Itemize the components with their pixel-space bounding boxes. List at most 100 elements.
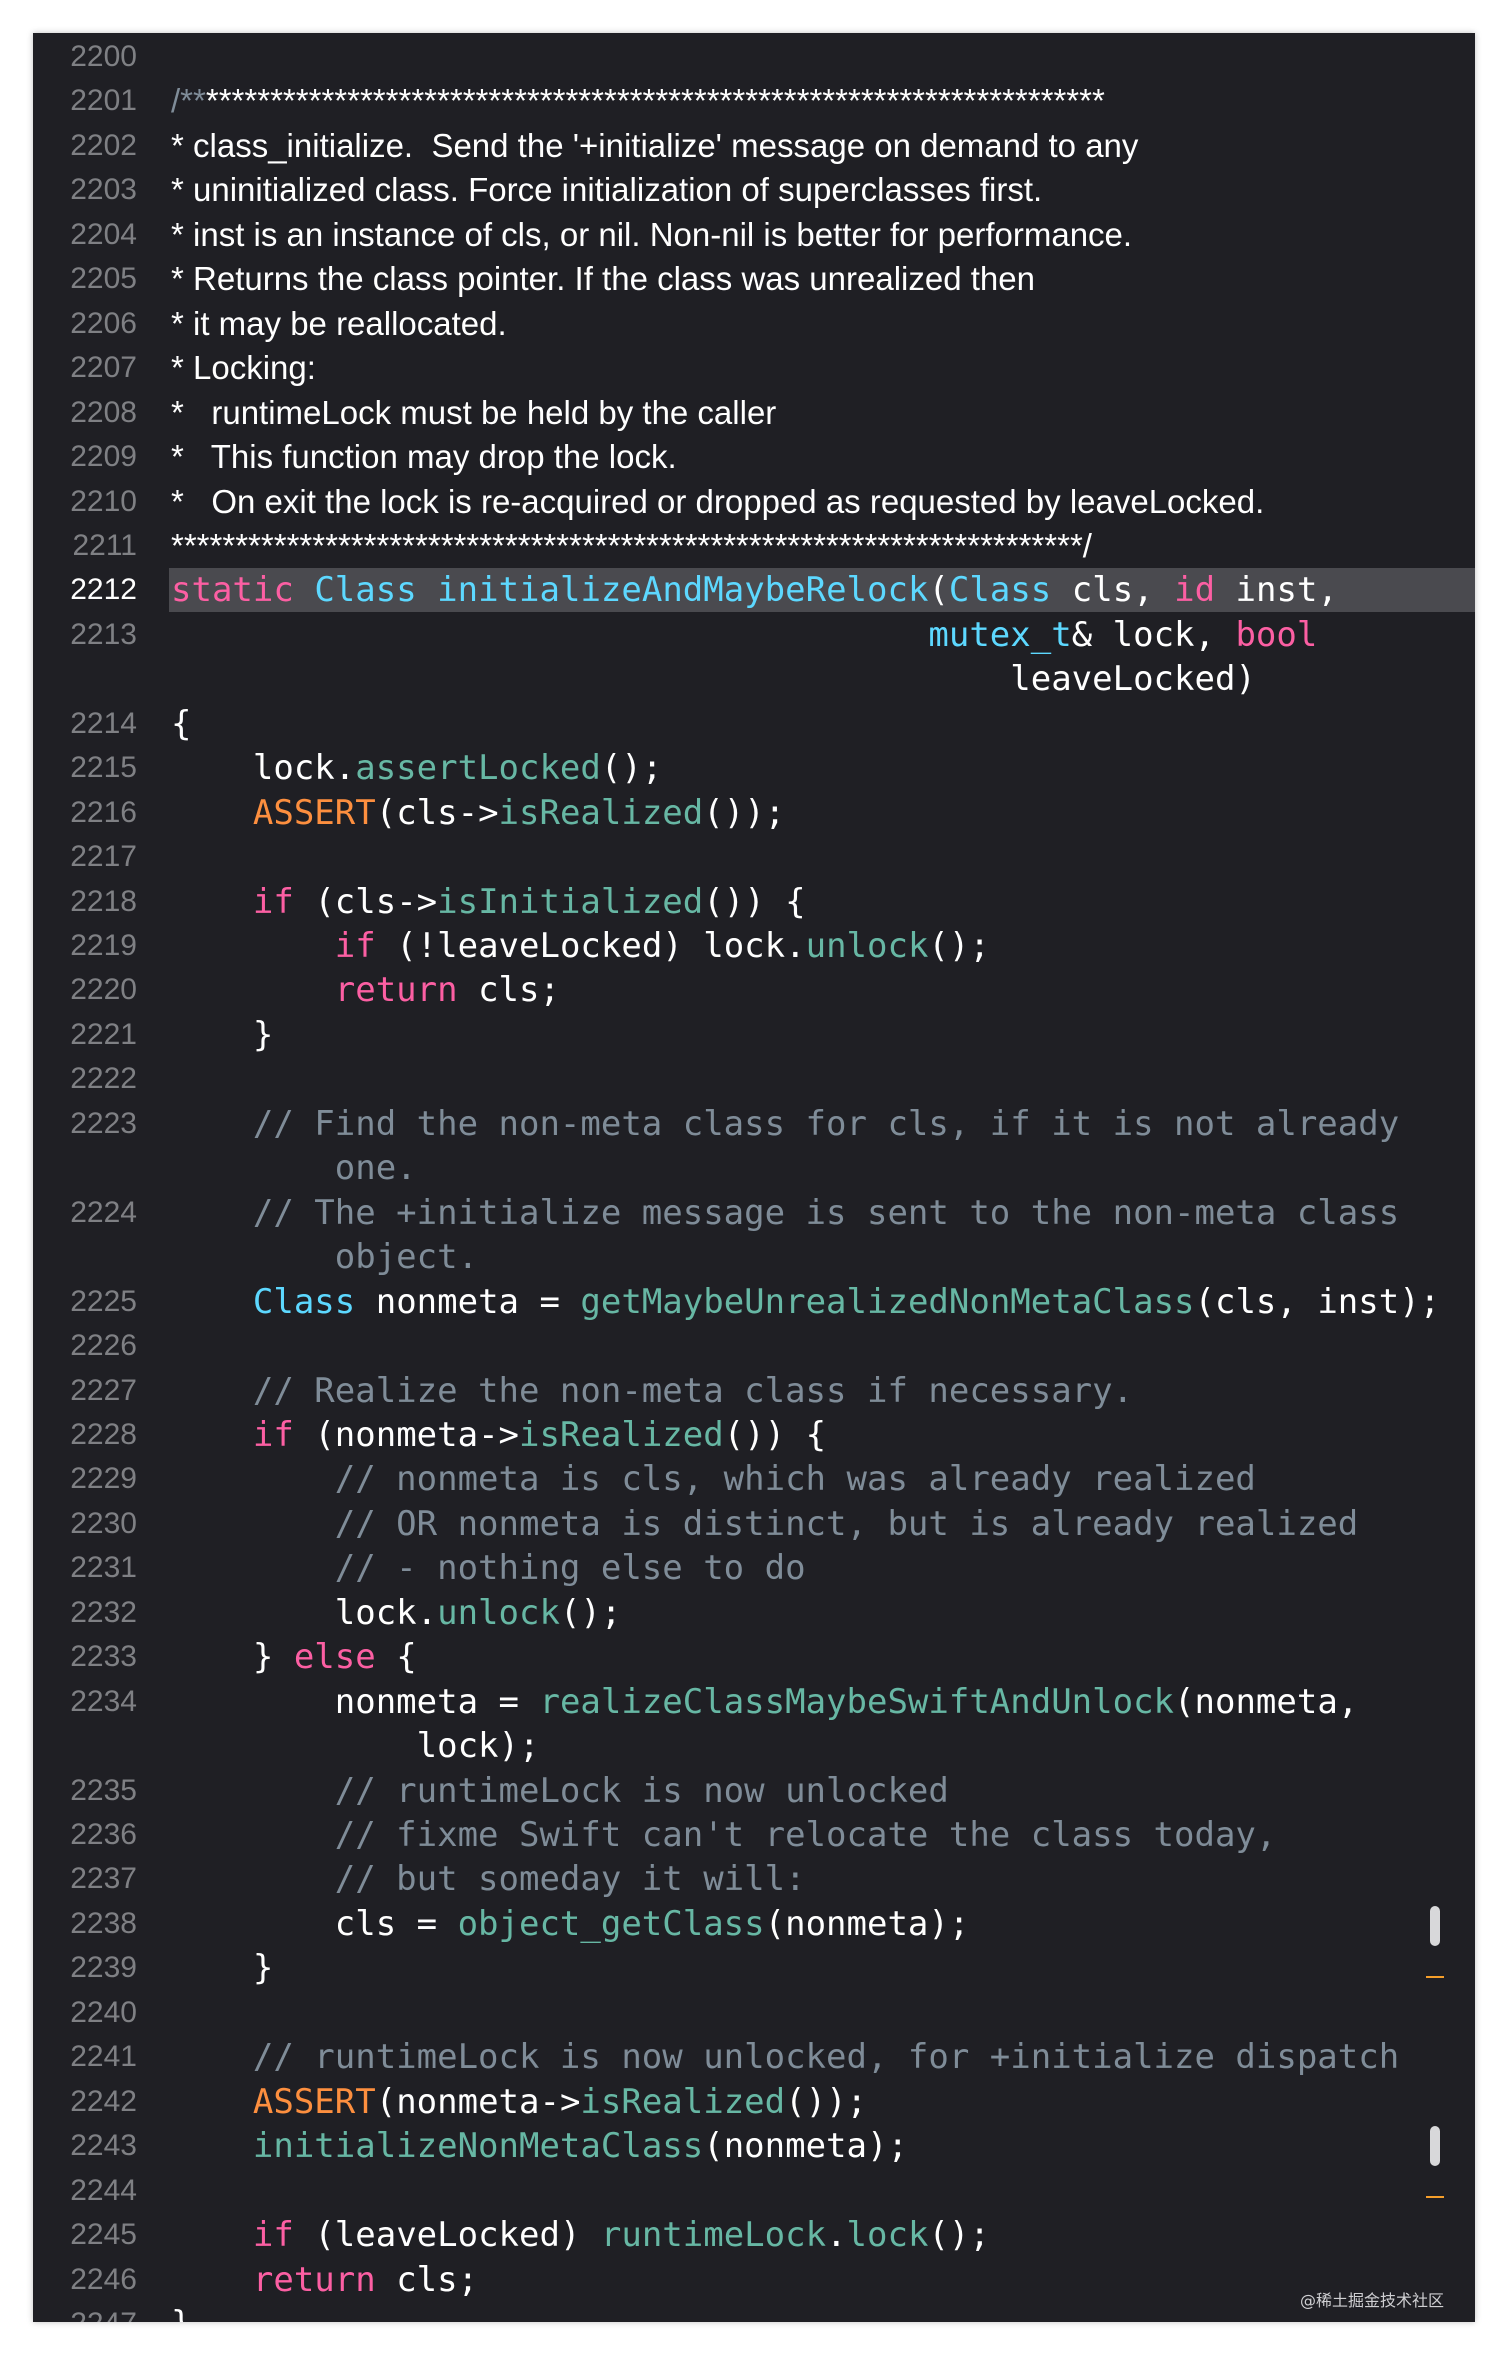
- line-number: 2240: [70, 1995, 137, 2029]
- code-line[interactable]: // OR nonmeta is distinct, but is alread…: [171, 1502, 1359, 1546]
- code-editor[interactable]: 2200 2201/*******************************…: [33, 33, 1475, 2322]
- code-token: object_getClass: [457, 1903, 765, 1944]
- code-token: (cls, inst);: [1194, 1281, 1441, 1322]
- code-token: ();: [559, 1592, 622, 1633]
- code-line[interactable]: lock);: [171, 1724, 540, 1768]
- code-token: unlock: [805, 926, 929, 966]
- line-number: 2218: [70, 884, 137, 918]
- doc-comment-line[interactable]: * runtimeLock must be held by the caller: [171, 391, 776, 435]
- code-line[interactable]: static Class initializeAndMaybeRelock(Cl…: [171, 568, 1338, 612]
- doc-comment-line[interactable]: * This function may drop the lock.: [171, 435, 677, 479]
- doc-comment-line[interactable]: * uninitialized class. Force initializat…: [171, 168, 1042, 212]
- code-token: }: [171, 2304, 191, 2322]
- code-line[interactable]: // but someday it will:: [171, 1857, 806, 1901]
- code-token: lock.: [171, 1592, 438, 1633]
- doc-comment-line[interactable]: * class_initialize. Send the '+initializ…: [171, 124, 1138, 168]
- code-token: lock);: [171, 1726, 540, 1767]
- code-line[interactable]: leaveLocked): [171, 657, 1256, 701]
- line-number: 2227: [70, 1373, 137, 1407]
- code-line[interactable]: if (cls->isInitialized()) {: [171, 880, 806, 924]
- code-line[interactable]: }: [171, 1946, 273, 1990]
- code-token: (nonmeta->: [375, 2081, 581, 2122]
- code-token: (!leaveLocked) lock.: [375, 926, 806, 966]
- doc-comment-line[interactable]: /***************************************…: [171, 79, 1105, 123]
- code-line[interactable]: {: [171, 702, 191, 746]
- code-line[interactable]: }: [171, 2302, 191, 2322]
- line-number: 2237: [70, 1862, 137, 1896]
- code-token: }: [171, 1948, 274, 1989]
- code-token: (nonmeta->: [293, 1414, 520, 1455]
- line-number: 2216: [70, 795, 137, 829]
- code-token: ASSERT: [252, 792, 376, 833]
- line-number: 2246: [70, 2262, 137, 2296]
- code-token: ());: [703, 792, 786, 833]
- code-token: isRealized: [519, 1414, 724, 1455]
- code-line[interactable]: // runtimeLock is now unlocked: [171, 1769, 949, 1813]
- scrollbar-marker-upper: [1426, 1976, 1444, 1978]
- code-token: * it may be reallocated.: [171, 304, 507, 342]
- line-number: 2228: [70, 1417, 137, 1451]
- doc-comment-line[interactable]: ****************************************…: [171, 524, 1092, 568]
- code-line[interactable]: } else {: [171, 1635, 417, 1679]
- code-line[interactable]: mutex_t& lock, bool: [171, 613, 1317, 657]
- code-line[interactable]: nonmeta = realizeClassMaybeSwiftAndUnloc…: [171, 1680, 1359, 1724]
- code-token: ****************************************…: [205, 82, 1105, 120]
- doc-comment-line[interactable]: * it may be reallocated.: [171, 302, 507, 346]
- code-line[interactable]: // - nothing else to do: [171, 1546, 806, 1590]
- code-line[interactable]: cls = object_getClass(nonmeta);: [171, 1902, 970, 1946]
- code-token: // fixme Swift can't relocate the class …: [171, 1815, 1277, 1855]
- code-token: // Find the non-meta class for cls, if i…: [171, 1103, 1400, 1144]
- code-token: isInitialized: [437, 881, 704, 922]
- code-line[interactable]: if (!leaveLocked) lock.unlock();: [171, 924, 990, 968]
- doc-comment-line[interactable]: * On exit the lock is re-acquired or dro…: [171, 480, 1264, 524]
- code-line[interactable]: // Realize the non-meta class if necessa…: [171, 1369, 1133, 1413]
- line-number: 2220: [70, 973, 137, 1007]
- code-token: ();: [928, 2215, 990, 2256]
- code-token: (cls->: [375, 792, 499, 833]
- code-token: .: [826, 2215, 847, 2256]
- code-line[interactable]: object.: [171, 1235, 478, 1279]
- code-line[interactable]: }: [171, 1013, 273, 1057]
- doc-comment-line[interactable]: * inst is an instance of cls, or nil. No…: [171, 213, 1132, 257]
- code-line[interactable]: // The +initialize message is sent to th…: [171, 1191, 1399, 1235]
- code-line[interactable]: ASSERT(cls->isRealized());: [171, 791, 785, 835]
- line-number: [33, 1724, 137, 1768]
- code-token: if: [252, 2215, 294, 2256]
- code-line[interactable]: ASSERT(nonmeta->isRealized());: [171, 2080, 867, 2124]
- line-number: 2247: [33, 2302, 137, 2322]
- code-line[interactable]: // Find the non-meta class for cls, if i…: [171, 1102, 1399, 1146]
- code-line[interactable]: Class nonmeta = getMaybeUnrealizedNonMet…: [171, 1280, 1440, 1324]
- code-line[interactable]: // fixme Swift can't relocate the class …: [171, 1813, 1277, 1857]
- doc-comment-line[interactable]: * Returns the class pointer. If the clas…: [171, 257, 1035, 301]
- scrollbar-knob-upper[interactable]: [1430, 1906, 1440, 1946]
- code-line[interactable]: lock.assertLocked();: [171, 746, 662, 790]
- code-line[interactable]: if (leaveLocked) runtimeLock.lock();: [171, 2213, 990, 2257]
- line-number: 2208: [70, 395, 137, 429]
- code-line[interactable]: initializeNonMetaClass(nonmeta);: [171, 2124, 908, 2168]
- code-token: }: [171, 1014, 274, 1055]
- code-line[interactable]: // nonmeta is cls, which was already rea…: [171, 1457, 1256, 1501]
- code-token: isRealized: [580, 2081, 786, 2122]
- line-number: [33, 1146, 137, 1190]
- code-line[interactable]: if (nonmeta->isRealized()) {: [171, 1413, 826, 1457]
- code-token: cls,: [1051, 570, 1175, 611]
- line-number: 2244: [70, 2173, 137, 2207]
- code-line[interactable]: one.: [171, 1146, 417, 1190]
- code-token: if: [252, 881, 294, 922]
- scrollbar-marker-lower: [1426, 2196, 1444, 2198]
- code-line[interactable]: return cls;: [171, 2258, 478, 2302]
- scrollbar-knob-lower[interactable]: [1430, 2126, 1440, 2166]
- code-line[interactable]: lock.unlock();: [171, 1591, 622, 1635]
- line-number: 2219: [70, 929, 137, 962]
- line-number: 2230: [70, 1506, 137, 1540]
- code-token: {: [375, 1637, 417, 1678]
- code-line[interactable]: // runtimeLock is now unlocked, for +ini…: [171, 2035, 1399, 2079]
- code-line[interactable]: return cls;: [171, 968, 560, 1012]
- doc-comment-line[interactable]: * Locking:: [171, 346, 316, 390]
